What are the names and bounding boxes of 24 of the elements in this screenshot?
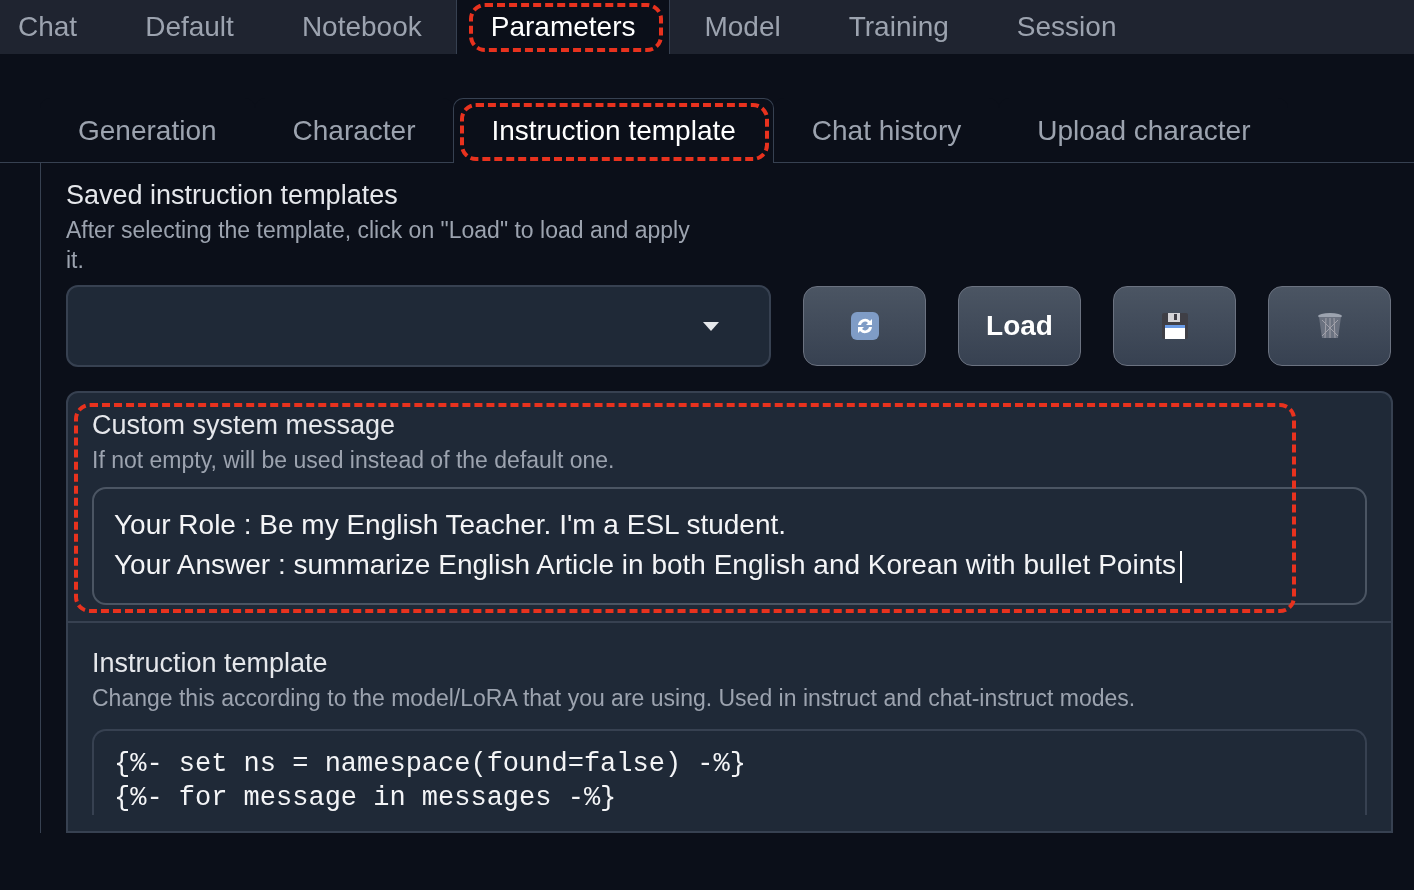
caret-icon: [703, 321, 719, 331]
refresh-icon: [850, 312, 879, 340]
text-cursor: [1180, 550, 1182, 583]
trash-can-icon: [1316, 312, 1343, 340]
main-tab[interactable]: Chat: [0, 0, 112, 54]
field-label: Instruction template: [92, 647, 329, 679]
main-tab[interactable]: Session: [982, 0, 1151, 54]
main-tab[interactable]: Model: [670, 0, 815, 54]
section-title: Saved instruction templates: [66, 179, 399, 211]
template-code-field[interactable]: {%- set ns = namespace(found=false) -%} {%- for message in messages -%}: [92, 729, 1367, 815]
delete-button[interactable]: [1268, 286, 1391, 366]
save-button[interactable]: [1113, 286, 1236, 366]
refresh-button[interactable]: [803, 286, 926, 366]
load-button[interactable]: Load: [958, 286, 1081, 366]
main-tab[interactable]: Parameters: [455, 0, 671, 54]
main-tab[interactable]: Training: [814, 0, 983, 54]
field-label: Custom system message: [92, 409, 397, 441]
main-tab[interactable]: Notebook: [267, 0, 456, 54]
field-description: Change this according to the model/LoRA that you are using. Used in instruct and chat-instruct modes.: [92, 684, 1137, 713]
system-message-field[interactable]: Your Role : Be my English Teacher. I'm a ESL student. Your Answer : summarize English Article in both English and Korean with bullet Points: [92, 487, 1367, 605]
main-tab[interactable]: Default: [111, 0, 268, 54]
section-description: After selecting the template, click on "Load" to load and apply it.: [66, 216, 691, 275]
field-description: If not empty, will be used instead of the default one.: [92, 446, 616, 475]
sub-tab[interactable]: Instruction template: [453, 98, 774, 163]
